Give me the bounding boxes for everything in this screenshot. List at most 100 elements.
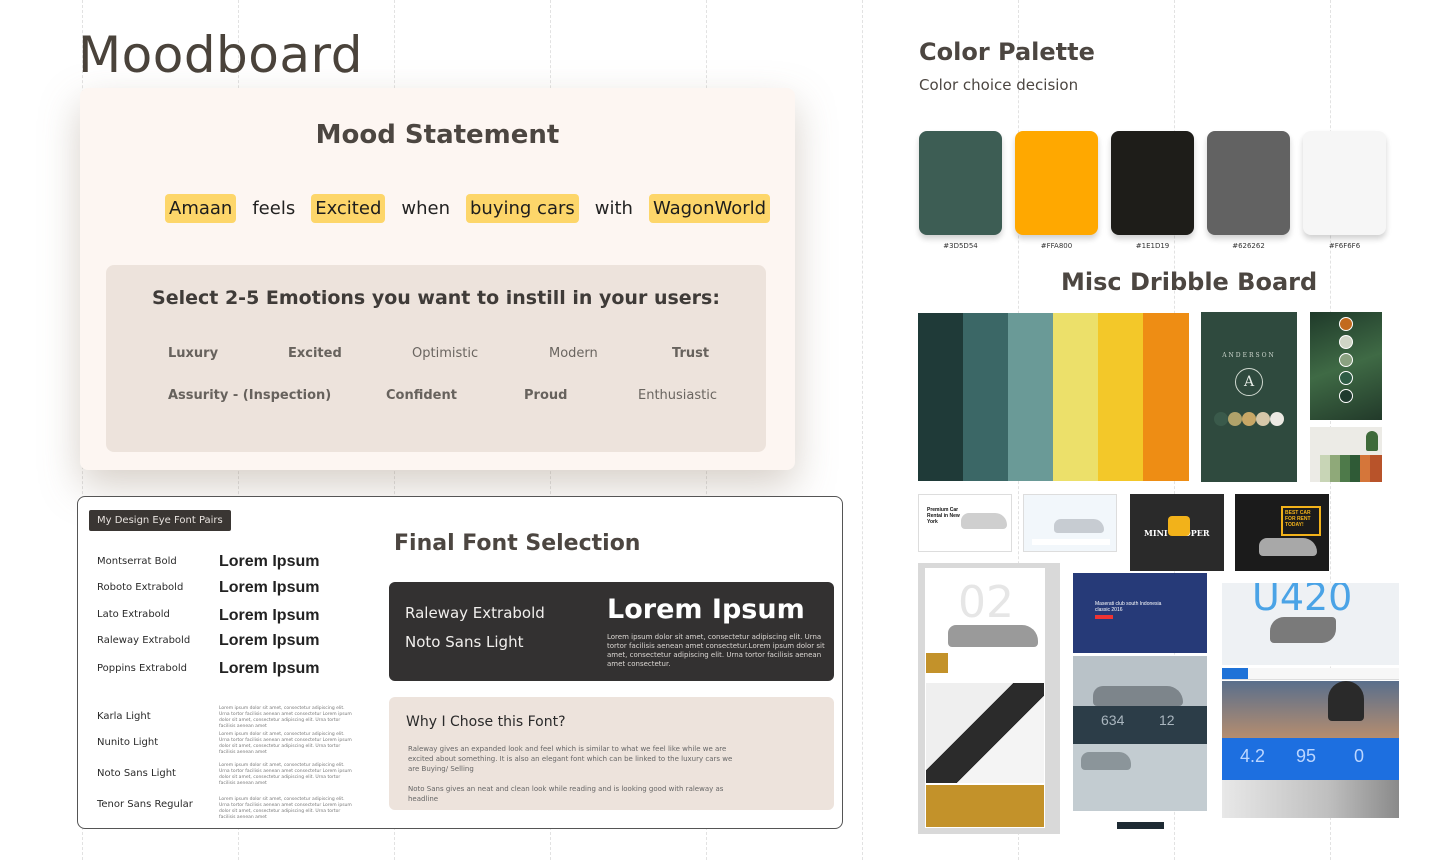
statement-feels: feels	[252, 198, 296, 219]
final-font-title: Final Font Selection	[394, 531, 641, 556]
color-dot	[1242, 412, 1256, 426]
anderson-thumbnail: ANDERSON A	[1201, 312, 1297, 482]
emotion-assurity[interactable]: Assurity - (Inspection)	[168, 388, 331, 403]
emotion-proud[interactable]: Proud	[524, 388, 567, 403]
emotion-luxury[interactable]: Luxury	[168, 346, 218, 361]
color-dot	[1214, 412, 1228, 426]
final-heading-font: Raleway Extrabold	[405, 604, 545, 622]
mood-statement-title: Mood Statement	[315, 120, 560, 150]
footer-block	[926, 785, 1044, 827]
thumbnail-big-number: U420	[1252, 583, 1353, 619]
font-pair-sample: Lorem Ipsum	[219, 579, 320, 596]
body-font-desc: Lorem ipsum dolor sit amet, consectetur …	[219, 797, 352, 820]
anderson-brand: ANDERSON	[1222, 352, 1276, 359]
dribble-board-title: Misc Dribble Board	[1061, 268, 1318, 296]
emotion-optimistic[interactable]: Optimistic	[412, 346, 478, 361]
stat-value: 4.2	[1240, 746, 1266, 766]
color-palette-subtitle: Color choice decision	[919, 76, 1079, 94]
plant-stripes-thumbnail	[1310, 427, 1382, 482]
car-icon	[1168, 516, 1190, 536]
font-pair-sample: Lorem Ipsum	[219, 632, 320, 649]
emotions-title: Select 2-5 Emotions you want to instill …	[152, 287, 720, 309]
why-font-paragraph: Raleway gives an expanded look and feel …	[408, 745, 733, 773]
cta-button	[1095, 615, 1113, 619]
font-pair-name: Poppins Extrabold	[97, 663, 187, 674]
color-dot	[1270, 412, 1284, 426]
font-pair-name: Raleway Extrabold	[97, 635, 191, 646]
font-pairs-card: My Design Eye Font Pairs Montserrat Bold…	[77, 496, 843, 829]
body-font-name: Nunito Light	[97, 737, 159, 748]
body-font-name: Noto Sans Light	[97, 768, 176, 779]
palette-stripe	[1008, 313, 1054, 481]
car-icon	[961, 513, 1007, 529]
page-title: Moodboard	[78, 26, 363, 84]
emotion-excited[interactable]: Excited	[288, 346, 342, 361]
color-swatch-label: #FFA800	[1040, 242, 1073, 250]
palette-stripe	[1098, 313, 1144, 481]
statement-when: when	[401, 198, 450, 219]
emotion-modern[interactable]: Modern	[549, 346, 598, 361]
why-font-paragraph: Noto Sans gives an neat and clean look w…	[408, 785, 724, 803]
plant-icon	[1366, 431, 1378, 451]
color-dot	[1339, 389, 1353, 403]
font-pair-name: Lato Extrabold	[97, 609, 170, 620]
palette-stripe	[1320, 455, 1330, 482]
color-dot	[1339, 335, 1353, 349]
palette-stripe	[1143, 313, 1189, 481]
statement-user: Amaan	[165, 194, 237, 223]
mood-statement-sentence: Amaan feels Excited when buying cars wit…	[165, 194, 771, 223]
nav-tab-active	[1222, 668, 1248, 679]
statement-brand: WagonWorld	[648, 194, 771, 223]
emotion-confident[interactable]: Confident	[386, 388, 457, 403]
maserati-site-thumbnail: Maserati club south Indonesia classic 20…	[1073, 573, 1207, 653]
mini-cooper-thumbnail: MINI COOPER	[1130, 494, 1224, 571]
color-dot	[1228, 412, 1242, 426]
stat-value: 0	[1354, 746, 1365, 766]
body-font-desc: Lorem ipsum dolor sit amet, consectetur …	[219, 732, 352, 755]
stat-value: 95	[1296, 746, 1317, 766]
emotion-enthusiastic[interactable]: Enthusiastic	[638, 388, 717, 403]
quant-site-thumbnail: 634 12	[1073, 656, 1207, 811]
color-palette-title: Color Palette	[919, 38, 1095, 66]
final-sample-desc: Lorem ipsum dolor sit amet, consectetur …	[607, 633, 825, 668]
thumbnail-big-number: 02	[958, 577, 1014, 628]
statement-with: with	[594, 198, 633, 219]
best-car-thumbnail: BEST CAR FOR RENT TODAY!	[1235, 494, 1329, 571]
thumbnail-headline: Maserati club south Indonesia classic 20…	[1095, 601, 1162, 613]
color-swatch-label: #626262	[1232, 242, 1265, 250]
scooter-detail-thumbnail	[1222, 780, 1399, 818]
palette-stripe	[1330, 455, 1340, 482]
nav-bar	[1222, 668, 1399, 680]
mood-statement-card: Mood Statement Amaan feels Excited when …	[80, 88, 795, 470]
statement-emotion: Excited	[311, 194, 386, 223]
car-icon	[1054, 519, 1104, 533]
font-pairs-tag: My Design Eye Font Pairs	[89, 510, 231, 531]
car-icon	[1259, 538, 1317, 556]
color-dot	[1256, 412, 1270, 426]
body-font-desc: Lorem ipsum dolor sit amet, consectetur …	[219, 763, 352, 786]
color-swatch	[1111, 131, 1194, 235]
lexus-site-thumbnail: 02	[918, 563, 1060, 834]
final-sample: Lorem Ipsum	[607, 594, 805, 625]
emotion-trust[interactable]: Trust	[672, 346, 709, 361]
car-site-thumbnail	[1023, 494, 1117, 552]
car-icon	[1081, 752, 1131, 770]
body-font-name: Tenor Sans Regular	[97, 799, 193, 810]
label-block	[926, 653, 948, 673]
statement-action: buying cars	[466, 194, 579, 223]
scooter-stats-thumbnail: 4.2 95 0	[1222, 738, 1399, 780]
palette-stripe	[963, 313, 1009, 481]
palette-stripe	[1370, 455, 1382, 482]
final-font-panel: Raleway Extrabold Noto Sans Light Lorem …	[389, 582, 834, 681]
color-swatch-label: #3D5D54	[943, 242, 978, 250]
font-pair-name: Roboto Extrabold	[97, 582, 184, 593]
thumbnail-headline: Premium Car Rental in New York	[927, 507, 960, 525]
scooter-icon	[1270, 617, 1336, 643]
palette-stripe	[1350, 455, 1360, 482]
palette-stripe	[1340, 455, 1350, 482]
color-swatch	[1207, 131, 1290, 235]
palette-stripe	[1360, 455, 1370, 482]
footer-button	[1117, 822, 1164, 829]
font-pair-sample: Lorem Ipsum	[219, 607, 320, 624]
color-swatch	[919, 131, 1002, 235]
